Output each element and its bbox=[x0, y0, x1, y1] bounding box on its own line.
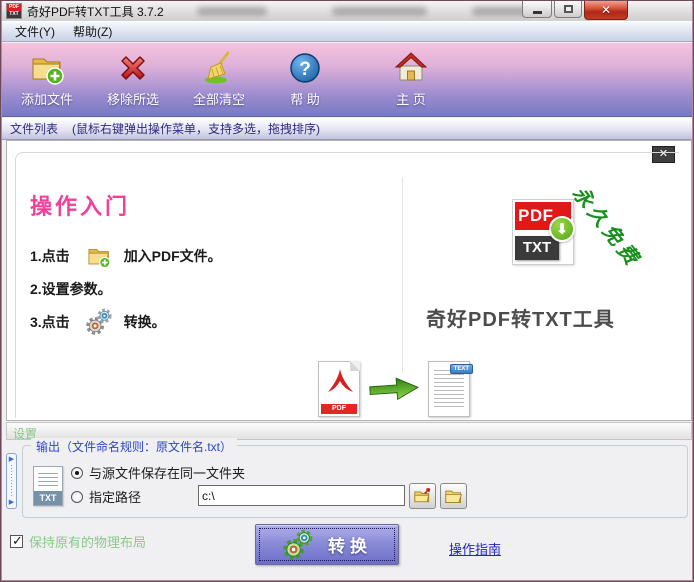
clear-all-button[interactable]: 全部清空 bbox=[182, 50, 256, 108]
redacted-text bbox=[197, 7, 267, 16]
convert-graphic: PDF TEXT bbox=[318, 361, 470, 417]
convert-label: 转换 bbox=[328, 532, 372, 557]
radio-specify-path[interactable]: 指定路径 bbox=[71, 487, 141, 506]
file-list-title: 文件列表 bbox=[10, 120, 58, 137]
download-arrow-icon: ⬇ bbox=[549, 216, 575, 242]
maximize-button[interactable] bbox=[554, 1, 582, 18]
help-icon: ? bbox=[287, 50, 323, 86]
intro-step-2: 2.设置参数。 bbox=[30, 273, 222, 305]
step-text: 3.点击 bbox=[30, 312, 70, 332]
toolbar: 添加文件 移除所选 全部清空 bbox=[2, 43, 692, 117]
intro-step-3: 3.点击 转换。 bbox=[30, 305, 222, 339]
logo-txt-label: TXT bbox=[515, 236, 559, 260]
file-list-header: 文件列表 (鼠标右键弹出操作菜单，支持多选，拖拽排序) bbox=[2, 118, 692, 140]
remove-selected-button[interactable]: 移除所选 bbox=[96, 50, 170, 108]
tool-label: 全部清空 bbox=[193, 89, 245, 108]
step-text: 1.点击 bbox=[30, 246, 70, 266]
remove-icon bbox=[115, 50, 151, 86]
menu-bar: 文件(Y) 帮助(Z) bbox=[2, 21, 692, 42]
gears-icon bbox=[84, 308, 114, 336]
app-icon-pdf-text: PDF bbox=[7, 4, 21, 11]
tool-label: 主 页 bbox=[396, 89, 426, 108]
gears-icon bbox=[282, 529, 314, 561]
folder-up-icon bbox=[413, 487, 433, 505]
text-badge: TEXT bbox=[450, 364, 473, 374]
txt-output-icon: TXT bbox=[33, 466, 63, 506]
dots bbox=[11, 465, 12, 497]
intro-steps: 1.点击 加入PDF文件。 2.设置参数。 3.点击 bbox=[30, 239, 222, 339]
divider bbox=[402, 177, 403, 373]
broom-icon bbox=[201, 50, 237, 86]
step-text: 2.设置参数。 bbox=[30, 279, 112, 299]
guide-link[interactable]: 操作指南 bbox=[449, 539, 501, 558]
app-window: PDF TXT 奇好PDF转TXT工具 3.7.2 ✕ 文件(Y) 帮助(Z) bbox=[0, 0, 694, 582]
page-fold bbox=[350, 361, 360, 371]
text-lines bbox=[38, 473, 58, 487]
tool-label: 帮 助 bbox=[290, 89, 320, 108]
menu-help[interactable]: 帮助(Z) bbox=[64, 21, 121, 42]
splitter-handle[interactable]: ▶ ▶ bbox=[6, 453, 17, 509]
window-controls: ✕ bbox=[522, 1, 628, 20]
tool-label: 添加文件 bbox=[21, 89, 73, 108]
redacted-text bbox=[332, 7, 427, 16]
radio-same-folder[interactable]: 与源文件保存在同一文件夹 bbox=[71, 463, 245, 482]
app-icon: PDF TXT bbox=[6, 3, 22, 19]
home-button[interactable]: 主 页 bbox=[374, 50, 448, 108]
text-lines bbox=[434, 370, 464, 408]
convert-button[interactable]: 转换 bbox=[255, 524, 399, 565]
checkbox-icon bbox=[10, 535, 23, 548]
keep-layout-checkbox[interactable]: 保持原有的物理布局 bbox=[10, 532, 146, 551]
arrow-icon: ▶ bbox=[9, 456, 14, 463]
output-path-input[interactable] bbox=[198, 485, 405, 506]
pdf-txt-logo: PDF TXT ⬇ bbox=[512, 199, 574, 265]
step-text: 转换。 bbox=[124, 312, 166, 332]
window-title: 奇好PDF转TXT工具 3.7.2 bbox=[27, 3, 164, 20]
app-icon-txt-text: TXT bbox=[7, 11, 21, 18]
folder-add-icon bbox=[29, 50, 65, 86]
radio-label: 与源文件保存在同一文件夹 bbox=[89, 463, 245, 482]
step-text: 加入PDF文件。 bbox=[124, 246, 222, 266]
txt-icon-label: TXT bbox=[34, 491, 62, 505]
svg-text:?: ? bbox=[299, 59, 311, 80]
free-banner: 永久免费 bbox=[567, 179, 649, 273]
pdf-file-icon: PDF bbox=[318, 361, 360, 417]
close-button[interactable]: ✕ bbox=[584, 1, 628, 20]
checkbox-label: 保持原有的物理布局 bbox=[29, 532, 146, 551]
txt-file-icon: TEXT bbox=[428, 361, 470, 417]
radio-label: 指定路径 bbox=[89, 487, 141, 506]
minimize-button[interactable] bbox=[522, 1, 552, 18]
maximize-icon bbox=[564, 5, 573, 13]
browse-folder-button[interactable] bbox=[409, 483, 436, 509]
folder-open-icon bbox=[444, 487, 464, 505]
intro-heading: 操作入门 bbox=[30, 189, 130, 221]
radio-button-icon bbox=[71, 467, 83, 479]
intro-panel: 操作入门 1.点击 加入PDF文件。 2.设置参数。 bbox=[15, 152, 679, 418]
tool-label: 移除所选 bbox=[107, 89, 159, 108]
help-button[interactable]: ? 帮 助 bbox=[268, 50, 342, 108]
radio-button-icon bbox=[71, 491, 83, 503]
output-legend: 输出（文件命名规则：原文件名.txt） bbox=[31, 438, 237, 455]
brand-text: 奇好PDF转TXT工具 bbox=[426, 303, 615, 332]
arrow-icon: ▶ bbox=[9, 499, 14, 506]
minimize-icon bbox=[533, 11, 542, 14]
intro-step-1: 1.点击 加入PDF文件。 bbox=[30, 239, 222, 273]
open-folder-button[interactable] bbox=[440, 483, 467, 509]
pdf-file-label: PDF bbox=[321, 404, 357, 414]
title-bar: PDF TXT 奇好PDF转TXT工具 3.7.2 ✕ bbox=[2, 1, 692, 21]
output-groupbox: 输出（文件命名规则：原文件名.txt） TXT 与源文件保存在同一文件夹 指定路… bbox=[22, 445, 688, 518]
green-arrow-icon bbox=[367, 372, 421, 406]
folder-add-icon bbox=[84, 242, 114, 270]
add-files-button[interactable]: 添加文件 bbox=[10, 50, 84, 108]
home-icon bbox=[393, 50, 429, 86]
file-list-area: ✕ 操作入门 1.点击 加入PDF文件。 bbox=[6, 140, 692, 421]
menu-file[interactable]: 文件(Y) bbox=[6, 21, 64, 42]
file-list-hint: (鼠标右键弹出操作菜单，支持多选，拖拽排序) bbox=[72, 120, 320, 137]
close-icon: ✕ bbox=[601, 3, 611, 17]
